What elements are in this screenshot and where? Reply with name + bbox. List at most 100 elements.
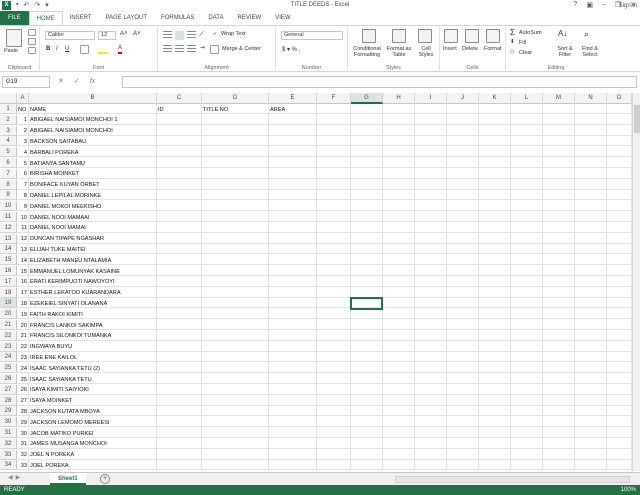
cell-no[interactable]: 22 bbox=[18, 342, 27, 352]
name-box[interactable]: G19 bbox=[2, 76, 50, 88]
cell-name[interactable]: FAITH RAKOI KIMITI bbox=[30, 310, 155, 320]
cell-name[interactable]: BARBALI POREKA bbox=[30, 148, 155, 158]
add-sheet-icon[interactable]: + bbox=[100, 474, 110, 484]
row-header[interactable]: 24 bbox=[0, 352, 17, 363]
sheet-tab-sheet1[interactable]: Sheet1 bbox=[50, 473, 86, 485]
cell-name[interactable]: BIRISHA MOINKET bbox=[30, 169, 155, 179]
cell-name[interactable]: JACKSON LEMOMO MEREESI bbox=[30, 418, 155, 428]
insert-button[interactable]: Insert bbox=[443, 46, 457, 52]
fill-icon[interactable]: ⬇ bbox=[510, 39, 515, 45]
row-header[interactable]: 8 bbox=[0, 179, 17, 190]
row-header[interactable]: 13 bbox=[0, 233, 17, 244]
row-header[interactable]: 5 bbox=[0, 147, 17, 158]
column-header-n[interactable]: N bbox=[575, 93, 607, 104]
row-header[interactable]: 20 bbox=[0, 309, 17, 320]
wrap-text-button[interactable]: Wrap Text bbox=[221, 31, 246, 37]
cell-name[interactable]: ISAAC SAYIANKA TETU (2) bbox=[30, 364, 155, 374]
row-header[interactable]: 18 bbox=[0, 287, 17, 298]
font-size-box[interactable]: 12 bbox=[98, 31, 116, 40]
cell-name[interactable]: ISAAC SAYIANKA TETU bbox=[30, 375, 155, 385]
fill-button[interactable]: Fill bbox=[519, 40, 526, 46]
row-header[interactable]: 1 bbox=[0, 104, 17, 114]
column-header-h[interactable]: H bbox=[383, 93, 415, 104]
formula-input[interactable] bbox=[122, 76, 637, 88]
cell-name[interactable]: ELIZABETH MANEU NTALAMIA bbox=[30, 256, 155, 266]
column-header-l[interactable]: L bbox=[511, 93, 543, 104]
row-header[interactable]: 12 bbox=[0, 222, 17, 233]
cell-no[interactable]: 11 bbox=[18, 223, 27, 233]
cell-no[interactable]: 28 bbox=[18, 407, 27, 417]
insert-function-icon[interactable]: fx bbox=[90, 76, 95, 88]
cell-no[interactable]: 5 bbox=[18, 159, 27, 169]
row-header[interactable]: 27 bbox=[0, 384, 17, 395]
fill-color-icon[interactable] bbox=[98, 44, 108, 54]
row-header[interactable]: 15 bbox=[0, 255, 17, 266]
tab-insert[interactable]: INSERT bbox=[63, 11, 99, 25]
tab-page-layout[interactable]: PAGE LAYOUT bbox=[99, 11, 154, 25]
cell-no[interactable]: 23 bbox=[18, 353, 27, 363]
selected-cell-g19[interactable] bbox=[350, 297, 383, 311]
cell-name[interactable]: JACOB MATIKO PURKEI bbox=[30, 429, 155, 439]
cell-name[interactable]: JOEL N POREKA bbox=[30, 450, 155, 460]
row-header[interactable]: 3 bbox=[0, 125, 17, 136]
paste-icon[interactable] bbox=[6, 29, 22, 47]
shrink-font-icon[interactable]: A˅ bbox=[133, 31, 141, 37]
minimize-icon[interactable]: – bbox=[602, 1, 606, 9]
column-header-i[interactable]: I bbox=[415, 93, 447, 104]
middle-align-icon[interactable] bbox=[175, 31, 184, 40]
cell-name[interactable]: JAMES MUSANGA MONCHOI bbox=[30, 439, 155, 449]
cell-styles-icon[interactable] bbox=[418, 29, 432, 43]
cell-name[interactable]: FRANCIS SILONKOI TUMANKA bbox=[30, 331, 155, 341]
cell-name[interactable]: ISAYA MOINKET bbox=[30, 396, 155, 406]
header-cell-name[interactable]: NAME bbox=[30, 105, 155, 115]
vertical-scroll-thumb[interactable] bbox=[634, 105, 640, 133]
header-cell-area[interactable]: AREA bbox=[270, 105, 315, 115]
column-header-o[interactable]: O bbox=[607, 93, 632, 104]
cell-no[interactable]: 3 bbox=[18, 137, 27, 147]
underline-icon[interactable]: U bbox=[65, 46, 69, 52]
row-header[interactable]: 30 bbox=[0, 417, 17, 428]
column-header-c[interactable]: C bbox=[157, 93, 202, 104]
cell-no[interactable]: 4 bbox=[18, 148, 27, 158]
format-as-table-button[interactable]: Format as Table bbox=[386, 46, 412, 58]
column-header-d[interactable]: D bbox=[202, 93, 269, 104]
column-header-a[interactable]: A bbox=[17, 93, 29, 104]
ribbon-display-icon[interactable]: ▣ bbox=[586, 1, 593, 9]
header-cell-id[interactable]: ID bbox=[158, 105, 200, 115]
row-header[interactable]: 4 bbox=[0, 136, 17, 147]
copy-icon[interactable] bbox=[28, 38, 36, 45]
cell-no[interactable]: 6 bbox=[18, 169, 27, 179]
cell-name[interactable]: ERATI KERIMPUOTI NAWOYOYI bbox=[30, 277, 155, 287]
font-name-box[interactable]: Calibri bbox=[45, 31, 95, 40]
column-header-g[interactable]: G bbox=[351, 93, 383, 104]
row-header[interactable]: 10 bbox=[0, 201, 17, 212]
cell-no[interactable]: 29 bbox=[18, 418, 27, 428]
indent-icon[interactable]: ⇥ bbox=[200, 45, 205, 51]
number-symbols[interactable]: $ ▾ % , bbox=[282, 46, 300, 53]
insert-cells-icon[interactable] bbox=[444, 29, 458, 43]
select-all-corner[interactable] bbox=[0, 93, 17, 104]
cell-name[interactable]: ESTHER LEKATOO KUARANDARA bbox=[30, 288, 155, 298]
vertical-scrollbar[interactable] bbox=[632, 93, 640, 471]
row-header[interactable]: 26 bbox=[0, 374, 17, 384]
cell-name[interactable]: DANIEL LEPILAL MORINKE bbox=[30, 191, 155, 201]
tab-formulas[interactable]: FORMULAS bbox=[154, 11, 201, 25]
row-header[interactable]: 2 bbox=[0, 114, 17, 125]
conditional-formatting-icon[interactable] bbox=[362, 29, 376, 43]
row-header[interactable]: 9 bbox=[0, 190, 17, 201]
cell-name[interactable]: JOEL POREKA bbox=[30, 461, 155, 471]
cell-no[interactable]: 27 bbox=[18, 396, 27, 406]
cell-no[interactable]: 30 bbox=[18, 429, 27, 439]
align-left-icon[interactable] bbox=[163, 45, 172, 54]
cell-no[interactable]: 26 bbox=[18, 385, 27, 395]
cell-no[interactable]: 10 bbox=[18, 213, 27, 223]
row-header[interactable]: 33 bbox=[0, 449, 17, 460]
cell-no[interactable]: 14 bbox=[18, 256, 27, 266]
cell-name[interactable]: IREE ENE KAILOL bbox=[30, 353, 155, 363]
horizontal-scrollbar[interactable] bbox=[395, 476, 630, 483]
cell-no[interactable]: 9 bbox=[18, 202, 27, 212]
delete-button[interactable]: Delete bbox=[462, 46, 478, 52]
row-header[interactable]: 11 bbox=[0, 212, 17, 222]
clear-icon[interactable]: ◇ bbox=[510, 49, 514, 55]
cell-name[interactable]: DANIEL NOOI MAMAAI bbox=[30, 213, 155, 223]
